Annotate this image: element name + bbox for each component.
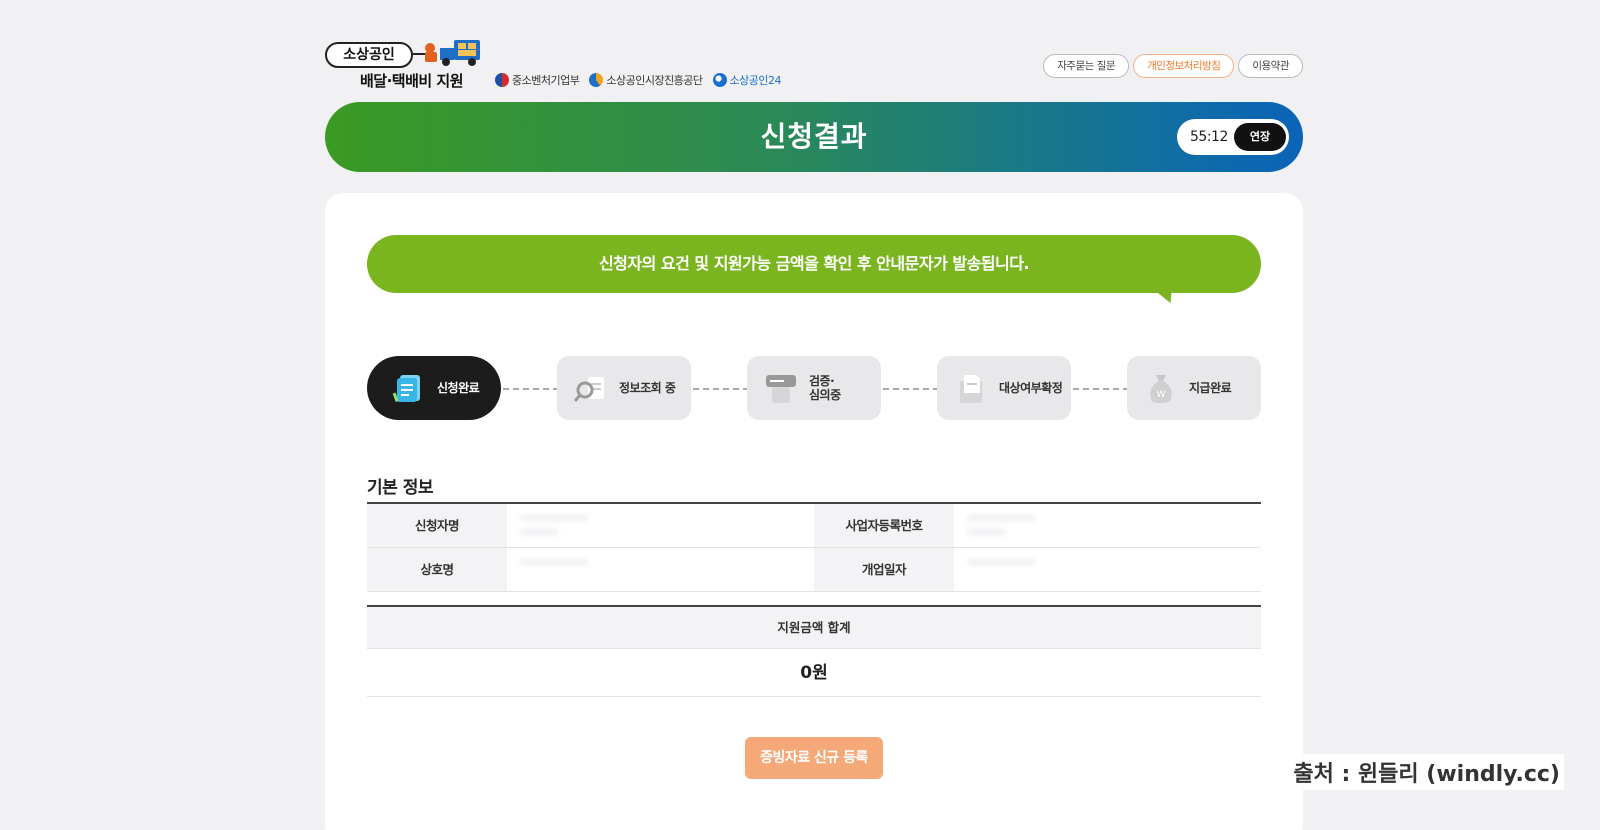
support-amount-value: 0원 bbox=[367, 649, 1261, 697]
redacted-text bbox=[519, 528, 559, 536]
confirm-document-icon bbox=[951, 368, 991, 408]
redacted-text bbox=[966, 528, 1006, 536]
step-label-line1: 검증· bbox=[809, 374, 835, 388]
progress-steps: 신청완료 정보조회 중 검증· 심의중 대상여부확정 W 지급완료 bbox=[367, 356, 1261, 420]
document-icon bbox=[389, 368, 429, 408]
company-name-value bbox=[507, 548, 814, 591]
basic-info-table: 신청자명 사업자등록번호 상호명 개업일자 bbox=[367, 502, 1261, 592]
logo-subtitle: 배달·택배비 지원 bbox=[360, 72, 464, 90]
organization-logos: 중소벤처기업부 소상공인시장진흥공단 소상공인24 bbox=[495, 72, 782, 88]
register-evidence-button[interactable]: 증빙자료 신규 등록 bbox=[745, 737, 883, 779]
step-verification: 검증· 심의중 bbox=[747, 356, 881, 420]
site-logo[interactable]: 소상공인 배달·택배비 지원 bbox=[325, 38, 485, 94]
business-number-value bbox=[954, 504, 1261, 547]
step-payment-complete: W 지급완료 bbox=[1127, 356, 1261, 420]
id-card-icon bbox=[761, 368, 801, 408]
step-label: 대상여부확정 bbox=[999, 381, 1063, 395]
notice-bubble: 신청자의 요건 및 지원가능 금액을 확인 후 안내문자가 발송됩니다. bbox=[367, 235, 1261, 293]
money-bag-icon: W bbox=[1141, 368, 1181, 408]
org-mss[interactable]: 중소벤처기업부 bbox=[495, 72, 580, 88]
step-connector bbox=[1073, 388, 1129, 390]
step-label: 검증· 심의중 bbox=[809, 374, 841, 402]
redacted-text bbox=[966, 514, 1036, 522]
business-number-label: 사업자등록번호 bbox=[814, 504, 954, 547]
redacted-text bbox=[519, 514, 589, 522]
company-name-label: 상호명 bbox=[367, 548, 507, 591]
redacted-text bbox=[966, 558, 1036, 566]
semas-logo-icon bbox=[589, 73, 604, 87]
redacted-text bbox=[519, 558, 589, 566]
delivery-truck-icon bbox=[425, 40, 480, 66]
magnifier-document-icon bbox=[571, 368, 611, 408]
open-date-value bbox=[954, 548, 1261, 591]
terms-link[interactable]: 이용약관 bbox=[1238, 54, 1303, 78]
svg-text:W: W bbox=[1157, 390, 1166, 400]
table-row: 상호명 개업일자 bbox=[367, 548, 1261, 592]
page-title: 신청결과 bbox=[760, 120, 868, 153]
source-watermark: 출처 : 윈들리 (windly.cc) bbox=[1289, 754, 1564, 790]
step-application-complete: 신청완료 bbox=[367, 356, 501, 420]
step-connector bbox=[883, 388, 939, 390]
step-connector bbox=[693, 388, 749, 390]
applicant-name-value bbox=[507, 504, 814, 547]
faq-link[interactable]: 자주묻는 질문 bbox=[1043, 54, 1130, 78]
step-eligibility-confirm: 대상여부확정 bbox=[937, 356, 1071, 420]
org-mss-name: 중소벤처기업부 bbox=[512, 74, 580, 87]
timer-value: 55:12 bbox=[1190, 129, 1228, 145]
logo-title: 소상공인 bbox=[325, 42, 413, 68]
support-amount-label: 지원금액 합계 bbox=[367, 607, 1261, 649]
org-semas-name: 소상공인시장진흥공단 bbox=[606, 74, 703, 87]
page-banner: 신청결과 55:12 연장 bbox=[325, 102, 1303, 172]
table-row: 신청자명 사업자등록번호 bbox=[367, 504, 1261, 548]
taegeuk-icon bbox=[495, 73, 509, 87]
org-sbiz24-name: 소상공인24 bbox=[729, 74, 782, 87]
step-label: 신청완료 bbox=[437, 381, 480, 395]
applicant-name-label: 신청자명 bbox=[367, 504, 507, 547]
privacy-policy-link[interactable]: 개인정보처리방침 bbox=[1133, 54, 1235, 78]
extend-session-button[interactable]: 연장 bbox=[1234, 123, 1286, 151]
site-header: 소상공인 배달·택배비 지원 중소벤처기업부 소상공인시장진흥공단 소상공인24 bbox=[325, 38, 1303, 94]
sbiz24-logo-icon bbox=[712, 73, 727, 87]
open-date-label: 개업일자 bbox=[814, 548, 954, 591]
step-info-lookup: 정보조회 중 bbox=[557, 356, 691, 420]
result-card: 신청자의 요건 및 지원가능 금액을 확인 후 안내문자가 발송됩니다. 신청완… bbox=[325, 193, 1303, 830]
support-amount-table: 지원금액 합계 0원 bbox=[367, 605, 1261, 697]
step-label-line2: 심의중 bbox=[809, 388, 841, 402]
utility-links: 자주묻는 질문 개인정보처리방침 이용약관 bbox=[1043, 54, 1303, 78]
step-label: 지급완료 bbox=[1189, 381, 1232, 395]
step-connector bbox=[503, 388, 559, 390]
org-sbiz24[interactable]: 소상공인24 bbox=[712, 72, 782, 88]
step-label: 정보조회 중 bbox=[619, 381, 676, 395]
basic-info-title: 기본 정보 bbox=[367, 478, 433, 498]
org-semas[interactable]: 소상공인시장진흥공단 bbox=[589, 72, 703, 88]
session-timer: 55:12 연장 bbox=[1177, 119, 1289, 155]
